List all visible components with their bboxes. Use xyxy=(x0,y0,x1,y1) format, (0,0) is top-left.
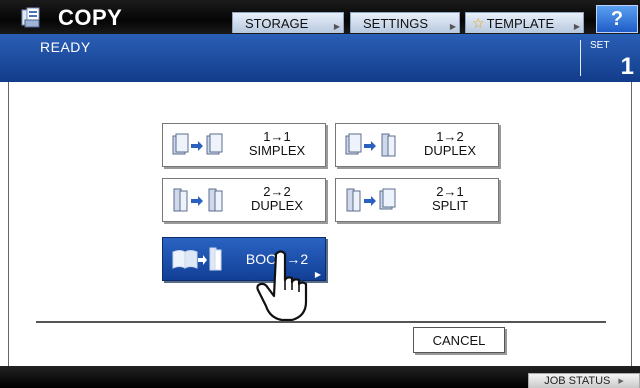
divider-line xyxy=(36,321,606,323)
option-duplex-duplex-button[interactable]: 2→2 DUPLEX xyxy=(162,178,326,222)
arrow-right-icon: ▶ xyxy=(449,21,457,31)
settings-button[interactable]: SETTINGS ▶ xyxy=(350,12,460,33)
option-line2: SPLIT xyxy=(431,198,469,213)
option-line1: 1→1 xyxy=(263,129,291,144)
job-status-button[interactable]: JOB STATUS ▶ xyxy=(528,373,640,388)
option-line2: DUPLEX xyxy=(423,143,477,158)
option-duplex-split-button[interactable]: 2→1 SPLIT xyxy=(335,178,499,222)
hand-pointer-icon xyxy=(256,250,308,322)
divider xyxy=(580,40,581,76)
arrow-right-icon: ▶ xyxy=(573,21,581,31)
settings-button-label: SETTINGS xyxy=(363,15,429,31)
duplex-to-duplex-icon xyxy=(173,188,223,212)
help-button[interactable]: ? xyxy=(596,5,638,33)
arrow-right-icon: ▶ xyxy=(333,21,341,31)
status-bar: READY SET 1 xyxy=(0,34,640,82)
simplex-to-simplex-icon xyxy=(172,133,223,155)
arrow-right-icon: ▶ xyxy=(618,378,624,385)
copy-app-icon xyxy=(21,7,40,28)
top-bar: COPY STORAGE ▶ SETTINGS ▶ ☆ TEMPLATE ▶ ? xyxy=(0,0,640,34)
option-line1: 2→2 xyxy=(263,184,291,199)
option-line1: 1→2 xyxy=(436,129,464,144)
cancel-button[interactable]: CANCEL xyxy=(413,327,505,353)
book-to-duplex-icon xyxy=(172,247,222,271)
corner-arrow-icon: ▶ xyxy=(314,270,321,279)
set-count: 1 xyxy=(620,53,634,80)
app-title: COPY xyxy=(58,5,123,30)
job-status-label: JOB STATUS xyxy=(544,375,611,387)
template-button-label: TEMPLATE xyxy=(486,15,555,31)
bottom-bar: JOB STATUS ▶ xyxy=(0,366,640,388)
duplex-to-split-icon xyxy=(346,188,396,212)
option-line2: SIMPLEX xyxy=(248,143,306,158)
template-button[interactable]: ☆ TEMPLATE ▶ xyxy=(465,12,584,33)
star-icon: ☆ xyxy=(472,14,485,31)
option-line1: 2→1 xyxy=(436,184,464,199)
option-simplex-simplex-button[interactable]: 1→1 SIMPLEX xyxy=(162,123,326,167)
option-line2: DUPLEX xyxy=(250,198,304,213)
storage-button-label: STORAGE xyxy=(245,15,309,31)
set-label: SET xyxy=(590,40,610,51)
status-text: READY xyxy=(40,39,91,55)
option-simplex-duplex-button[interactable]: 1→2 DUPLEX xyxy=(335,123,499,167)
storage-button[interactable]: STORAGE ▶ xyxy=(232,12,344,33)
simplex-to-duplex-icon xyxy=(345,133,396,157)
